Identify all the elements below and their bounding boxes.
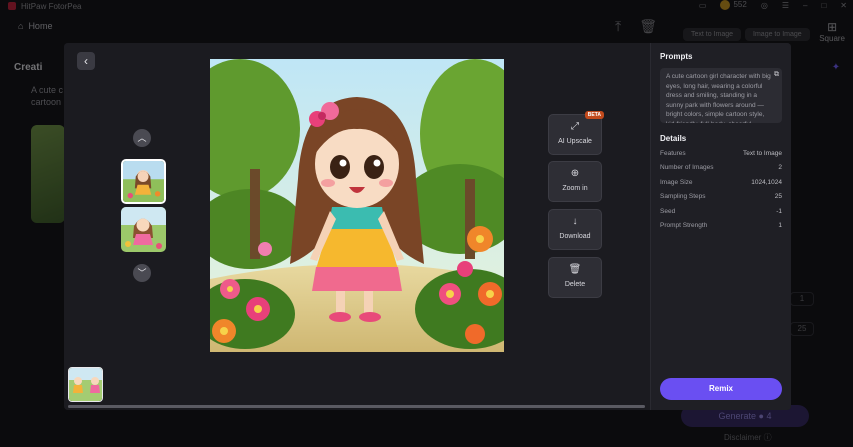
- zoom-in-button[interactable]: ⊕ Zoom in: [548, 161, 602, 202]
- details-heading: Details: [660, 134, 687, 143]
- download-icon: ↓: [572, 216, 578, 227]
- thumb-scroll-up-button[interactable]: ︿: [133, 129, 151, 147]
- remix-button[interactable]: Remix: [660, 378, 782, 400]
- filmstrip-thumbnail-image: [69, 368, 102, 401]
- image-viewer-modal: ‹ ︿ ﹀ BETA ⤢ AI Upscale ⊕ Zoom in ↓ Down…: [64, 43, 791, 410]
- thumbnail-1-image: [123, 161, 164, 202]
- delete-button[interactable]: 🗑 Delete: [548, 257, 602, 298]
- back-button[interactable]: ‹: [77, 52, 95, 70]
- viewer-area: ‹ ︿ ﹀ BETA ⤢ AI Upscale ⊕ Zoom in ↓ Down…: [64, 43, 650, 410]
- thumb-scroll-down-button[interactable]: ﹀: [133, 264, 151, 282]
- detail-row-prompt-strength: Prompt Strength 1: [660, 222, 782, 229]
- details-panel: Prompts ⧉ A cute cartoon girl character …: [650, 43, 791, 410]
- chevron-up-icon: ︿: [137, 133, 147, 143]
- main-generated-image: [210, 59, 504, 352]
- prompts-heading: Prompts: [660, 52, 693, 61]
- beta-badge: BETA: [584, 111, 604, 119]
- upscale-icon: ⤢: [571, 121, 579, 132]
- thumbnail-1[interactable]: [121, 159, 166, 204]
- horizontal-scrollbar[interactable]: [68, 405, 645, 408]
- cartoon-girl-illustration: [210, 59, 504, 352]
- chevron-left-icon: ‹: [84, 54, 88, 68]
- detail-row-number-of-images: Number of Images 2: [660, 164, 782, 171]
- chevron-down-icon: ﹀: [137, 268, 147, 278]
- ai-upscale-button[interactable]: BETA ⤢ AI Upscale: [548, 111, 604, 155]
- thumbnail-2-image: [121, 207, 166, 252]
- thumbnail-2[interactable]: [121, 207, 166, 252]
- scrollbar-thumb[interactable]: [68, 405, 645, 408]
- detail-row-seed: Seed -1: [660, 208, 782, 215]
- prompt-text-box[interactable]: ⧉ A cute cartoon girl character with big…: [660, 68, 782, 123]
- download-button[interactable]: ↓ Download: [548, 209, 602, 250]
- trash-icon: 🗑: [568, 264, 582, 275]
- zoom-in-icon: ⊕: [570, 168, 580, 179]
- detail-row-image-size: Image Size 1024,1024: [660, 179, 782, 186]
- detail-row-sampling-steps: Sampling Steps 25: [660, 193, 782, 200]
- copy-icon[interactable]: ⧉: [774, 70, 779, 80]
- detail-row-features: Features Text to Image: [660, 150, 782, 157]
- filmstrip-thumbnail[interactable]: [68, 367, 103, 402]
